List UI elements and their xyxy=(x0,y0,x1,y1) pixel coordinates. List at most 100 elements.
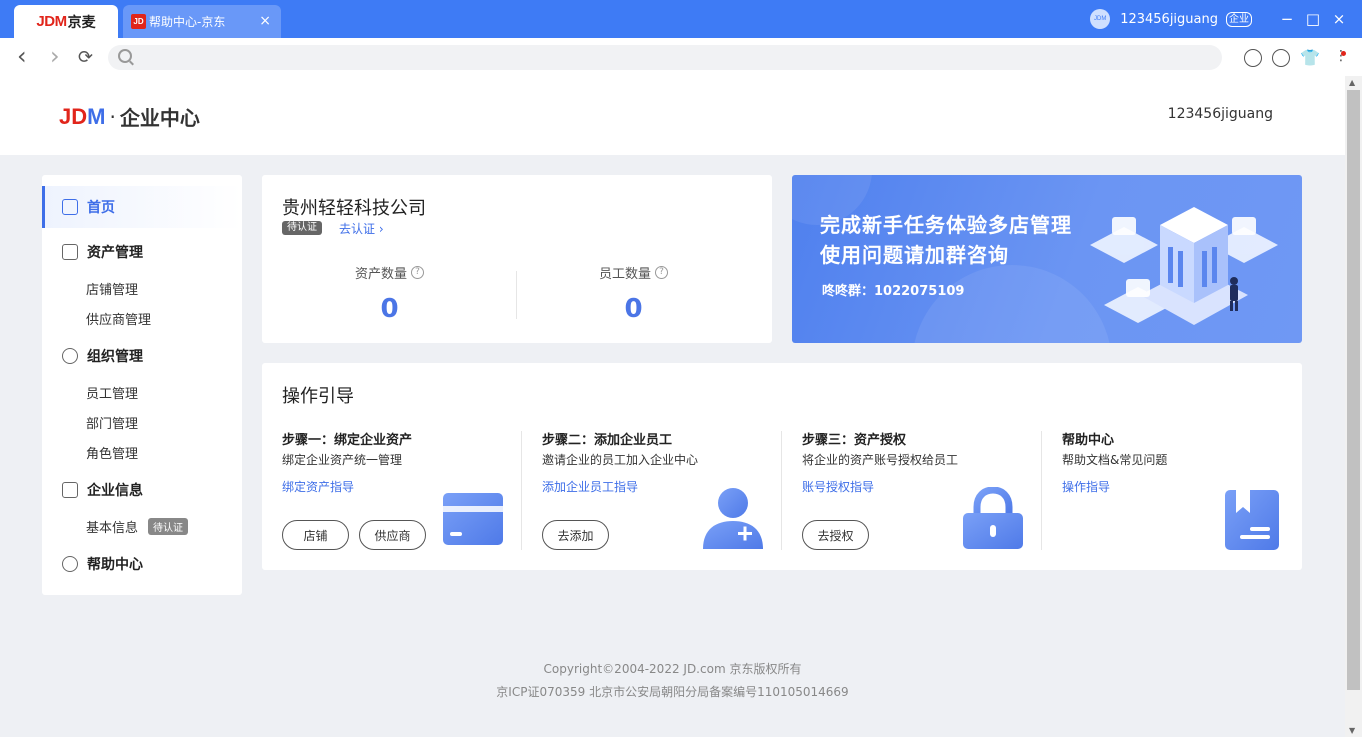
brand-m: M xyxy=(87,103,106,129)
enterprise-badge: 企业 xyxy=(1226,11,1252,27)
sidebar-sub-supplier[interactable]: 供应商管理 xyxy=(86,309,151,328)
sidebar-sub-role[interactable]: 角色管理 xyxy=(86,443,138,462)
chat-icon[interactable] xyxy=(1272,49,1290,67)
step-guide-link[interactable]: 添加企业员工指导 xyxy=(542,478,638,495)
tab-help-center[interactable]: JD 帮助中心-京东 × xyxy=(123,5,281,38)
step-help-center: 帮助中心 帮助文档&常见问题 操作指导 xyxy=(1062,429,1322,551)
skin-icon[interactable]: 👕 xyxy=(1300,48,1320,67)
sidebar-item-label: 首页 xyxy=(87,200,115,216)
add-user-button[interactable]: 去添加 xyxy=(542,520,609,550)
guide-title: 操作引导 xyxy=(282,386,354,407)
tab-close-icon[interactable]: × xyxy=(259,13,271,29)
sidebar-item-assets[interactable]: 资产管理 xyxy=(42,241,242,263)
sidebar-sub-label: 基本信息 xyxy=(86,521,139,536)
brand-title: 企业中心 xyxy=(119,106,200,130)
tab-label: 帮助中心-京东 xyxy=(149,15,226,29)
step-guide-link[interactable]: 操作指导 xyxy=(1062,478,1110,495)
reload-button[interactable]: ⟳ xyxy=(78,47,93,68)
lock-icon xyxy=(963,487,1023,549)
jd-favicon: JD xyxy=(131,14,146,29)
supplier-button[interactable]: 供应商 xyxy=(359,520,426,550)
jdm-logo: JDM xyxy=(36,13,67,30)
minimize-button[interactable]: − xyxy=(1274,10,1300,28)
scrollbar[interactable]: ▲ ▼ xyxy=(1345,76,1362,737)
stat-label: 资产数量 xyxy=(354,267,407,282)
authorize-button[interactable]: 去授权 xyxy=(802,520,869,550)
step-desc: 邀请企业的员工加入企业中心 xyxy=(542,453,699,467)
help-icon xyxy=(62,556,78,572)
staff-count-stat: 员工数量 ? 0 xyxy=(506,263,761,324)
sidebar-item-org[interactable]: 组织管理 xyxy=(42,345,242,367)
address-bar: ‹ › ⟳ 👕 ⋮ xyxy=(0,38,1362,76)
banner-subline: 使用问题请加群咨询 xyxy=(820,243,1009,267)
sidebar-sub-shop[interactable]: 店铺管理 xyxy=(86,279,138,298)
extension-icon[interactable] xyxy=(1244,49,1262,67)
forward-button[interactable]: › xyxy=(50,42,60,70)
sidebar-item-label: 帮助中心 xyxy=(87,557,143,573)
copyright: Copyright©2004-2022 JD.com 京东版权所有 xyxy=(543,662,802,676)
banner-decoration xyxy=(912,265,1112,343)
step-guide-link[interactable]: 账号授权指导 xyxy=(802,478,874,495)
scroll-down-icon[interactable]: ▼ xyxy=(1349,726,1355,735)
back-button[interactable]: ‹ xyxy=(17,42,27,70)
stat-value: 0 xyxy=(624,294,643,324)
sidebar-sub-dept[interactable]: 部门管理 xyxy=(86,413,138,432)
close-button[interactable]: × xyxy=(1326,10,1352,28)
question-icon[interactable]: ? xyxy=(655,266,668,279)
sidebar: 首页 资产管理 店铺管理 供应商管理 组织管理 员工管理 部门管理 角色管理 企… xyxy=(42,175,242,595)
verify-link[interactable]: 去认证 › xyxy=(339,220,384,237)
url-input[interactable] xyxy=(108,45,1222,70)
company-name: 贵州轻轻科技公司 xyxy=(282,198,426,219)
sidebar-item-label: 组织管理 xyxy=(87,349,143,365)
building-illustration-icon xyxy=(1090,207,1278,325)
tab-jdm[interactable]: JDM 京麦 xyxy=(14,5,118,38)
search-icon xyxy=(118,49,132,63)
sidebar-sub-staff[interactable]: 员工管理 xyxy=(86,383,138,402)
step-title: 帮助中心 xyxy=(1062,433,1115,448)
jdm-logo-cn: 京麦 xyxy=(67,14,96,31)
header-username[interactable]: 123456jiguang xyxy=(1168,106,1273,122)
brand-d: D xyxy=(71,103,88,129)
step-bind-assets: 步骤一：绑定企业资产 绑定企业资产统一管理 绑定资产指导 店铺 供应商 xyxy=(282,429,542,551)
status-badge: 待认证 xyxy=(148,518,189,535)
sidebar-item-help[interactable]: 帮助中心 xyxy=(42,553,242,575)
scroll-up-icon[interactable]: ▲ xyxy=(1349,78,1355,87)
step-desc: 绑定企业资产统一管理 xyxy=(282,453,403,467)
user-icon xyxy=(62,348,78,364)
brand-logo[interactable]: J D M · 企业中心 xyxy=(59,102,200,131)
page-header: J D M · 企业中心 123456jiguang xyxy=(0,76,1345,155)
browser-tab-bar: JDM 京麦 JD 帮助中心-京东 × JDM 123456jiguang 企业… xyxy=(0,0,1362,38)
maximize-button[interactable]: □ xyxy=(1300,10,1326,28)
brand-j: J xyxy=(59,103,72,129)
avatar[interactable]: JDM xyxy=(1090,9,1111,29)
step-desc: 帮助文档&常见问题 xyxy=(1062,453,1168,467)
sidebar-item-info[interactable]: 企业信息 xyxy=(42,479,242,501)
shop-button[interactable]: 店铺 xyxy=(282,520,349,550)
step-guide-link[interactable]: 绑定资产指导 xyxy=(282,478,354,495)
banner-headline: 完成新手任务体验多店管理 xyxy=(820,213,1072,237)
question-icon[interactable]: ? xyxy=(411,266,424,279)
step-authorize: 步骤三：资产授权 将企业的资产账号授权给员工 账号授权指导 去授权 xyxy=(802,429,1062,551)
sidebar-sub-basic-info[interactable]: 基本信息 待认证 xyxy=(86,517,189,536)
stat-label-wrap: 员工数量 ? xyxy=(599,263,668,282)
sidebar-item-label: 资产管理 xyxy=(87,245,143,261)
company-card: 贵州轻轻科技公司 待认证 去认证 › 资产数量 ? 0 员工数量 ? 0 xyxy=(262,175,772,343)
step-title: 步骤三：资产授权 xyxy=(802,433,907,448)
window-controls: JDM 123456jiguang 企业 − □ × xyxy=(1090,0,1362,38)
document-icon xyxy=(62,482,78,498)
asset-count-stat: 资产数量 ? 0 xyxy=(262,263,517,324)
bookmark-doc-icon xyxy=(1225,490,1279,550)
notification-dot xyxy=(1341,51,1346,56)
add-user-icon xyxy=(703,488,763,549)
browser-username[interactable]: 123456jiguang xyxy=(1120,12,1218,27)
icp-record[interactable]: 京ICP证070359 北京市公安局朝阳分局备案编号110105014669 xyxy=(0,681,1345,704)
stat-label-wrap: 资产数量 ? xyxy=(355,263,424,282)
step-desc: 将企业的资产账号授权给员工 xyxy=(802,453,959,467)
scroll-thumb[interactable] xyxy=(1347,90,1360,690)
promo-banner[interactable]: 完成新手任务体验多店管理 使用问题请加群咨询 咚咚群：1022075109 xyxy=(792,175,1302,343)
step-title: 步骤一：绑定企业资产 xyxy=(282,433,413,448)
more-icon[interactable]: ⋮ xyxy=(1334,48,1348,64)
sidebar-item-home[interactable]: 首页 xyxy=(42,186,242,228)
brand-dot: · xyxy=(109,104,116,129)
banner-group-number: 咚咚群：1022075109 xyxy=(822,284,965,299)
